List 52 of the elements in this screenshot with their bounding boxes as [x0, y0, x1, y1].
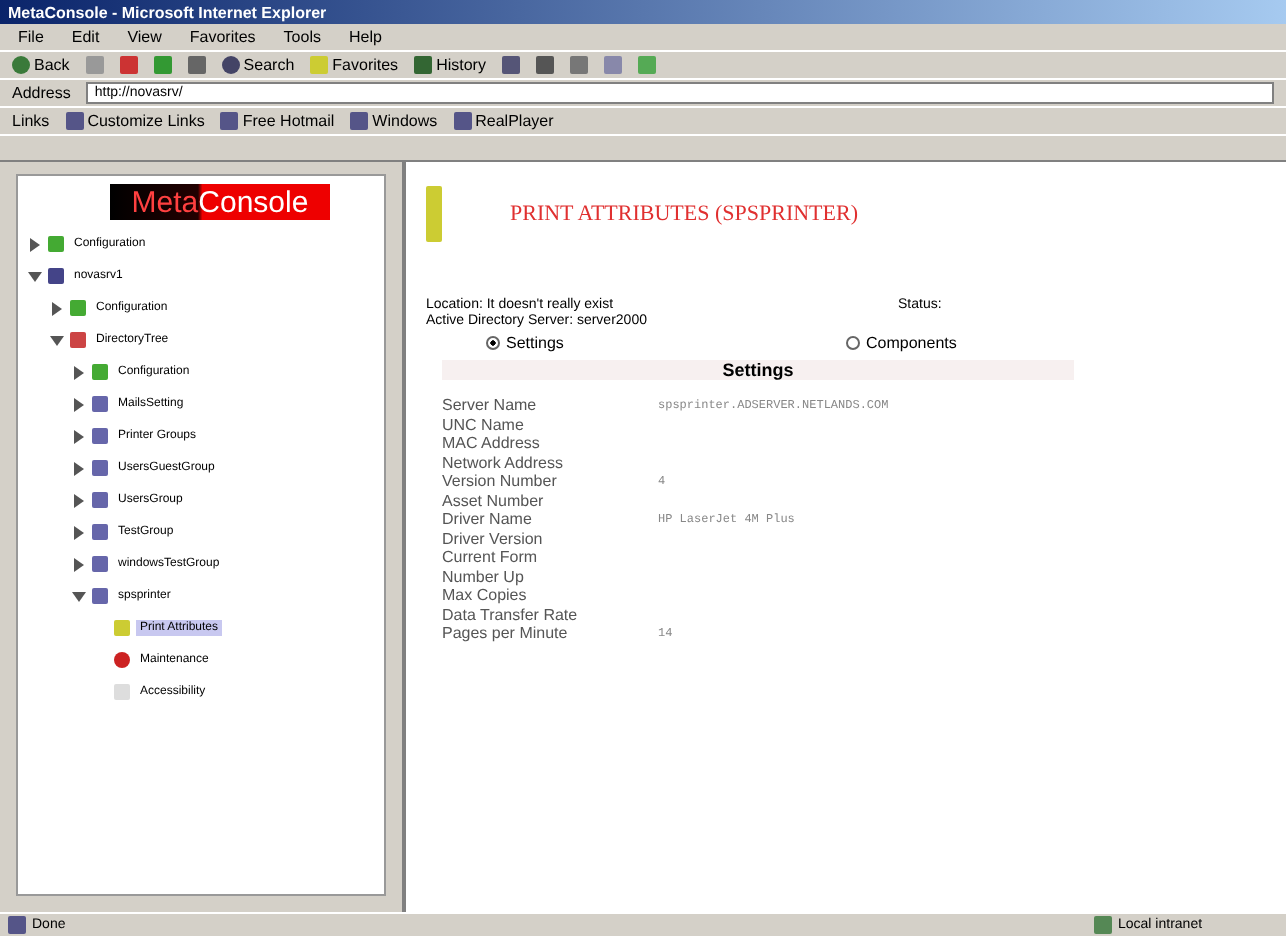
expand-icon[interactable] — [49, 301, 63, 315]
search-button[interactable]: Search — [221, 56, 295, 74]
section-header: Settings — [442, 360, 1074, 380]
menu-item[interactable]: File — [12, 28, 50, 46]
expand-icon[interactable] — [71, 557, 85, 571]
logo: MetaConsole — [110, 184, 330, 220]
setting-name: Network Address — [442, 453, 565, 472]
setting-name: UNC Name — [442, 415, 526, 434]
expand-icon[interactable] — [71, 365, 85, 379]
link[interactable]: Windows — [350, 112, 438, 130]
menu-item[interactable]: View — [121, 28, 168, 46]
links-label: Links — [12, 112, 50, 130]
link[interactable]: Customize Links — [65, 112, 205, 130]
setting-name: MAC Address — [442, 434, 542, 453]
expand-icon[interactable] — [27, 237, 41, 251]
setting-name: Current Form — [442, 548, 540, 567]
menu-item[interactable]: Tools — [277, 28, 327, 46]
expand-icon[interactable] — [71, 461, 85, 475]
view-radio[interactable]: Components — [846, 334, 1266, 352]
expand-icon[interactable] — [71, 429, 85, 443]
radio-icon[interactable] — [846, 336, 860, 350]
setting-name: Driver Version — [442, 529, 545, 548]
expand-icon[interactable] — [71, 525, 85, 539]
back-icon — [12, 56, 30, 74]
menu-item[interactable]: Help — [342, 28, 388, 46]
link[interactable]: RealPlayer — [453, 112, 554, 130]
menu-item[interactable]: Edit — [65, 28, 106, 46]
favorites-button[interactable]: Favorites — [310, 56, 399, 74]
setting-name: Data Transfer Rate — [442, 605, 580, 624]
view-radio[interactable]: Settings — [426, 334, 846, 352]
setting-name: Pages per Minute — [442, 624, 570, 643]
address-label: Address — [12, 84, 71, 102]
menu-item[interactable]: Favorites — [183, 28, 262, 46]
expand-icon[interactable] — [71, 493, 85, 507]
link[interactable]: Free Hotmail — [220, 112, 335, 130]
setting-name: Server Name — [442, 396, 539, 415]
setting-name: Version Number — [442, 472, 559, 491]
maintenance-icon — [114, 652, 130, 668]
collapse-icon[interactable] — [27, 269, 41, 283]
window-title: MetaConsole - Microsoft Internet Explorer — [0, 0, 1286, 24]
collapse-icon[interactable] — [49, 333, 63, 347]
search-icon — [221, 56, 240, 74]
page-title: PRINT ATTRIBUTES (SPSPRINTER) — [510, 202, 858, 226]
setting-name: Driver Name — [442, 510, 534, 529]
setting-name: Asset Number — [442, 491, 546, 510]
back-button[interactable]: Back — [12, 56, 70, 74]
collapse-icon[interactable] — [71, 589, 85, 603]
expand-icon[interactable] — [71, 397, 85, 411]
history-button[interactable]: History — [414, 56, 486, 74]
setting-name: Number Up — [442, 567, 526, 586]
radio-icon[interactable] — [486, 336, 500, 350]
setting-name: Max Copies — [442, 586, 529, 605]
